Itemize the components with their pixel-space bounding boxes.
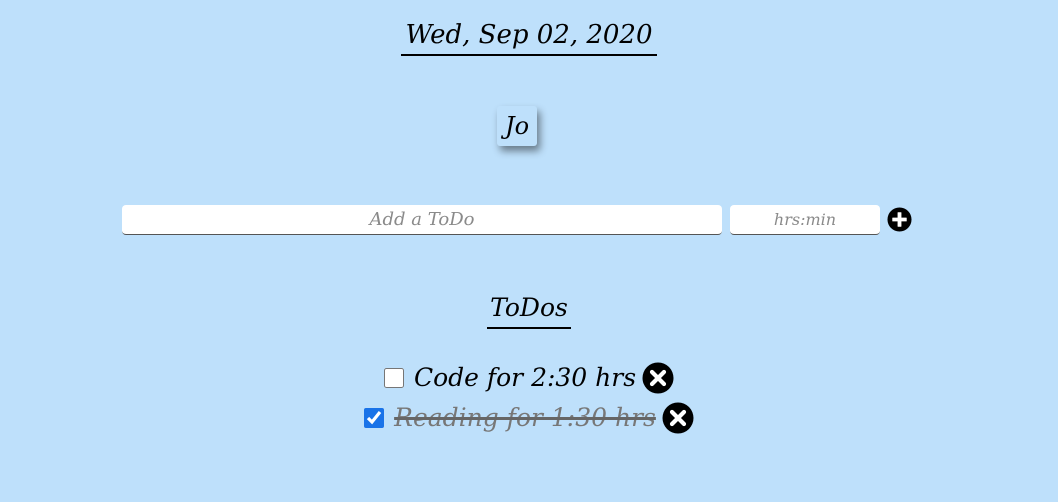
todo-item: Code for 2:30 hrs	[0, 358, 1058, 398]
close-circle-icon	[642, 362, 674, 394]
todo-item: Reading for 1:30 hrs	[0, 398, 1058, 438]
delete-todo-button[interactable]	[642, 362, 674, 394]
todos-heading: ToDos	[487, 292, 571, 329]
todo-checkbox[interactable]	[383, 368, 404, 388]
date-title: Wed, Sep 02, 2020	[401, 18, 657, 56]
todo-label: Reading for 1:30 hrs	[394, 403, 656, 432]
todo-label: Code for 2:30 hrs	[413, 363, 637, 392]
time-input[interactable]	[730, 205, 880, 235]
delete-todo-button[interactable]	[662, 402, 694, 434]
todos-header: ToDos	[0, 292, 1058, 329]
todo-input[interactable]	[122, 205, 722, 235]
todo-list: Code for 2:30 hrs Reading for 1:30 hrs	[0, 358, 1058, 438]
date-header: Wed, Sep 02, 2020	[0, 18, 1058, 56]
close-circle-icon	[662, 402, 694, 434]
user-avatar[interactable]: Jo	[497, 106, 537, 146]
plus-circle-icon	[887, 207, 912, 232]
add-todo-button[interactable]	[887, 207, 912, 232]
todo-checkbox[interactable]	[364, 408, 385, 428]
